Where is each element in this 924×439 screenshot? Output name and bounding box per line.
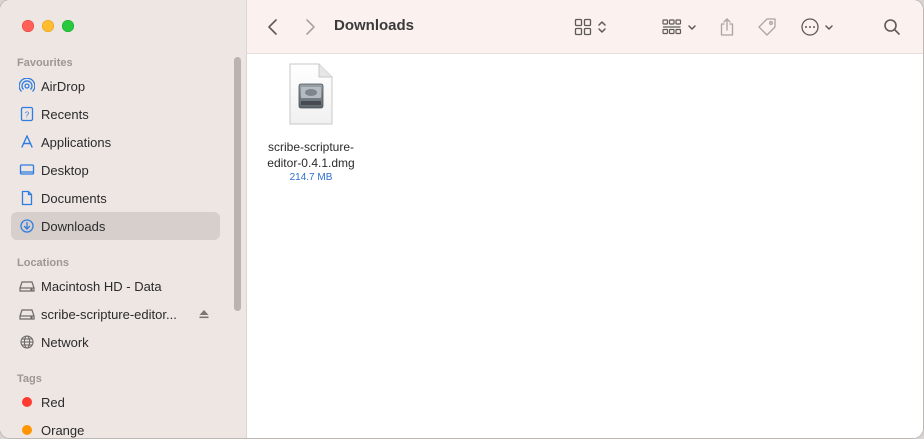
sidebar-item-airdrop[interactable]: AirDrop xyxy=(11,72,220,100)
chevron-updown-icon xyxy=(598,21,606,33)
svg-text:?: ? xyxy=(25,111,30,120)
minimize-button[interactable] xyxy=(42,20,54,32)
file-name: scribe-scripture-editor-0.4.1.dmg xyxy=(267,140,355,170)
sidebar-item-label: Red xyxy=(41,394,65,410)
drive-icon xyxy=(19,306,35,322)
file-size: 214.7 MB xyxy=(289,172,333,183)
chevron-right-icon xyxy=(306,19,315,35)
file-browser-area: scribe-scripture-editor-0.4.1.dmg 214.7 … xyxy=(247,54,923,438)
sidebar-item-label: AirDrop xyxy=(41,78,86,94)
sidebar-item-label: Orange xyxy=(41,422,85,438)
sidebar-item-macintosh-hd[interactable]: Macintosh HD - Data xyxy=(11,272,220,300)
search-button[interactable] xyxy=(883,14,901,40)
eject-icon[interactable] xyxy=(198,308,210,323)
disk-image-icon xyxy=(289,63,333,125)
sidebar-item-label: scribe-scripture-editor... xyxy=(41,306,177,322)
share-button[interactable] xyxy=(718,14,736,40)
sidebar-scrollbar[interactable] xyxy=(234,57,241,311)
sidebar-item-tag-orange[interactable]: Orange xyxy=(11,416,220,438)
tag-orange-dot-icon xyxy=(19,422,35,438)
chevron-down-icon xyxy=(825,25,833,30)
forward-button[interactable] xyxy=(302,14,318,40)
file-item[interactable]: scribe-scripture-editor-0.4.1.dmg 214.7 … xyxy=(257,62,365,183)
applications-icon xyxy=(19,134,35,150)
window-title: Downloads xyxy=(334,17,415,34)
sidebar-item-label: Applications xyxy=(41,134,112,150)
drive-icon xyxy=(19,278,35,294)
sidebar-item-label: Recents xyxy=(41,106,89,122)
view-mode-button[interactable] xyxy=(574,14,608,40)
favourites-section-title: Favourites xyxy=(17,57,73,69)
more-actions-button[interactable] xyxy=(800,14,834,40)
sidebar-item-network[interactable]: Network xyxy=(11,328,220,356)
network-icon xyxy=(19,334,35,350)
back-button[interactable] xyxy=(265,14,281,40)
sidebar-item-label: Downloads xyxy=(41,218,106,234)
sidebar-item-label: Documents xyxy=(41,190,107,206)
sidebar-item-downloads[interactable]: Downloads xyxy=(11,212,220,240)
tags-button[interactable] xyxy=(756,14,778,40)
tag-red-dot-icon xyxy=(19,394,35,410)
documents-icon xyxy=(19,190,35,206)
sidebar-item-label: Desktop xyxy=(41,162,89,178)
ellipsis-circle-icon xyxy=(801,18,819,36)
window-controls xyxy=(22,20,74,32)
chevron-down-icon xyxy=(688,25,696,30)
sidebar-item-recents[interactable]: ? Recents xyxy=(11,100,220,128)
share-icon xyxy=(720,18,734,36)
recents-icon: ? xyxy=(19,106,35,122)
sidebar-item-desktop[interactable]: Desktop xyxy=(11,156,220,184)
airdrop-icon xyxy=(19,78,35,94)
sidebar-item-tag-red[interactable]: Red xyxy=(11,388,220,416)
tags-section-title: Tags xyxy=(17,373,42,385)
desktop-icon xyxy=(19,162,35,178)
tag-icon xyxy=(758,18,776,36)
zoom-button[interactable] xyxy=(62,20,74,32)
group-button[interactable] xyxy=(662,14,697,40)
toolbar: Downloads xyxy=(247,0,923,54)
sidebar-item-label: Network xyxy=(41,334,89,350)
chevron-left-icon xyxy=(268,19,277,35)
locations-section-title: Locations xyxy=(17,257,69,269)
close-button[interactable] xyxy=(22,20,34,32)
icon-grid-icon xyxy=(574,18,592,36)
sidebar-item-label: Macintosh HD - Data xyxy=(41,278,162,294)
sidebar: Favourites AirDrop ? Recents Application… xyxy=(0,0,247,438)
sidebar-item-scribe-volume[interactable]: scribe-scripture-editor... xyxy=(11,300,220,328)
sidebar-item-applications[interactable]: Applications xyxy=(11,128,220,156)
sidebar-item-documents[interactable]: Documents xyxy=(11,184,220,212)
downloads-icon xyxy=(19,218,35,234)
search-icon xyxy=(884,19,900,35)
finder-window: Favourites AirDrop ? Recents Application… xyxy=(0,0,923,438)
group-grid-icon xyxy=(662,19,682,35)
